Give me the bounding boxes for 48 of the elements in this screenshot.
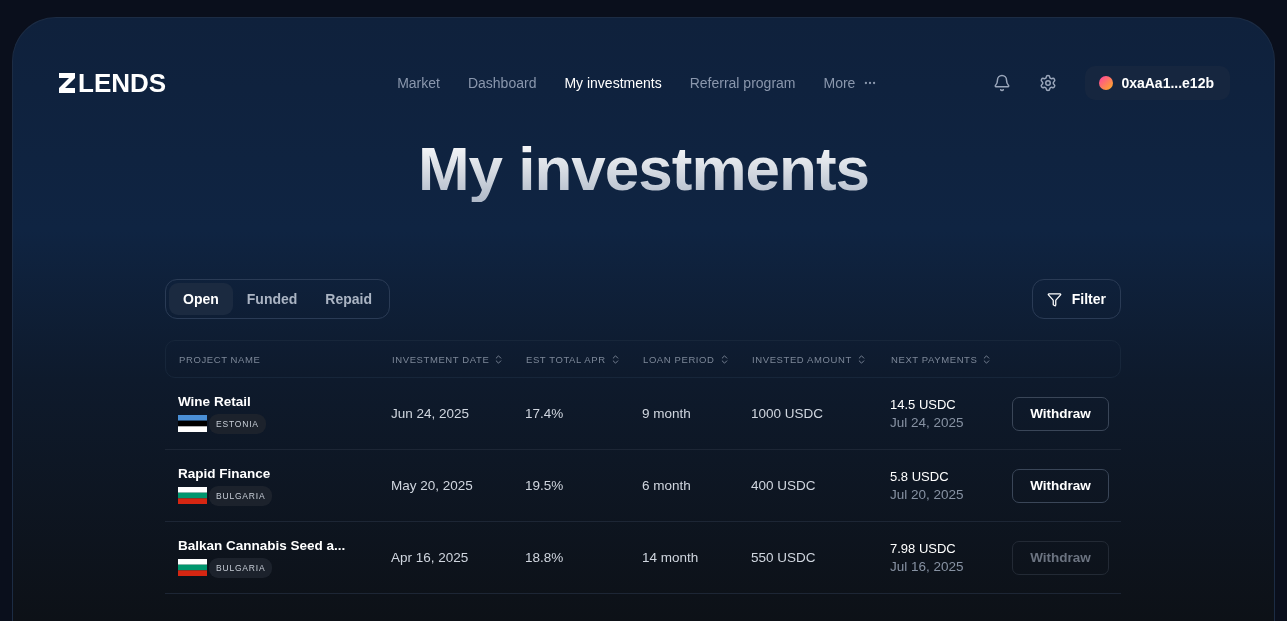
filter-button[interactable]: Filter	[1031, 279, 1121, 319]
tab[interactable]: Funded	[232, 283, 312, 315]
table-cell-text: 17.4%	[524, 406, 565, 421]
table-cell-text: Jun 24, 2025	[390, 406, 471, 421]
next-payment-amount: 14.5 USDC	[890, 397, 957, 412]
tab[interactable]: Open	[169, 283, 233, 315]
table-cell-text: 550 USDC	[750, 550, 817, 565]
withdraw-button[interactable]: Withdraw	[1012, 396, 1109, 431]
table-cell-text: 19.5%	[524, 478, 565, 493]
logo-text: LENDS	[78, 67, 167, 99]
project-name: Balkan Cannabis Seed a...	[178, 537, 347, 553]
table-cell-text: 14 month	[641, 550, 700, 565]
column-header[interactable]: INVESTED AMOUNT	[752, 353, 852, 365]
column-header: PROJECT NAME	[179, 353, 261, 365]
next-payment-date: Jul 16, 2025	[890, 559, 965, 574]
column-header[interactable]: EST TOTAL APR	[526, 353, 606, 365]
table-cell-text: Apr 16, 2025	[390, 550, 470, 565]
table-cell-text: 9 month	[641, 406, 692, 421]
nav-link[interactable]: Dashboard	[467, 75, 537, 91]
column-header[interactable]: NEXT PAYMENTS	[891, 353, 978, 365]
wallet-button[interactable]: 0xaAa1...e12b	[1085, 66, 1230, 100]
project-name: Rapid Finance	[178, 465, 272, 481]
column-header[interactable]: LOAN PERIOD	[643, 353, 715, 365]
country-tag: BULGARIA	[209, 485, 273, 506]
filter-icon	[1046, 291, 1062, 307]
nav-link[interactable]: More	[823, 75, 878, 91]
country-tag: BULGARIA	[209, 557, 273, 578]
next-payment-date: Jul 24, 2025	[890, 415, 965, 430]
next-payment-amount: 7.98 USDC	[890, 541, 957, 556]
next-payment-date: Jul 20, 2025	[890, 487, 965, 502]
table-cell-text: 1000 USDC	[750, 406, 825, 421]
country-tag: ESTONIA	[209, 413, 266, 434]
table-cell-text: May 20, 2025	[390, 478, 474, 493]
withdraw-button[interactable]: Withdraw	[1012, 468, 1109, 503]
logo-mark-icon	[57, 72, 77, 94]
nav-link[interactable]: Referral program	[689, 75, 796, 91]
tab[interactable]: Repaid	[311, 283, 386, 315]
nav-link[interactable]: Market	[397, 75, 440, 91]
table-cell-text: 400 USDC	[750, 478, 817, 493]
settings-button[interactable]	[1039, 74, 1058, 92]
next-payment-amount: 5.8 USDC	[890, 469, 950, 484]
table-cell-text: 6 month	[641, 478, 692, 493]
table-cell-text: 18.8%	[524, 550, 565, 565]
nav-link[interactable]: My investments	[564, 75, 662, 91]
notification-bell-button[interactable]	[993, 74, 1012, 92]
project-name: Wine Retail	[178, 393, 252, 409]
avatar-icon	[1099, 76, 1114, 90]
column-header[interactable]: INVESTMENT DATE	[392, 353, 490, 365]
